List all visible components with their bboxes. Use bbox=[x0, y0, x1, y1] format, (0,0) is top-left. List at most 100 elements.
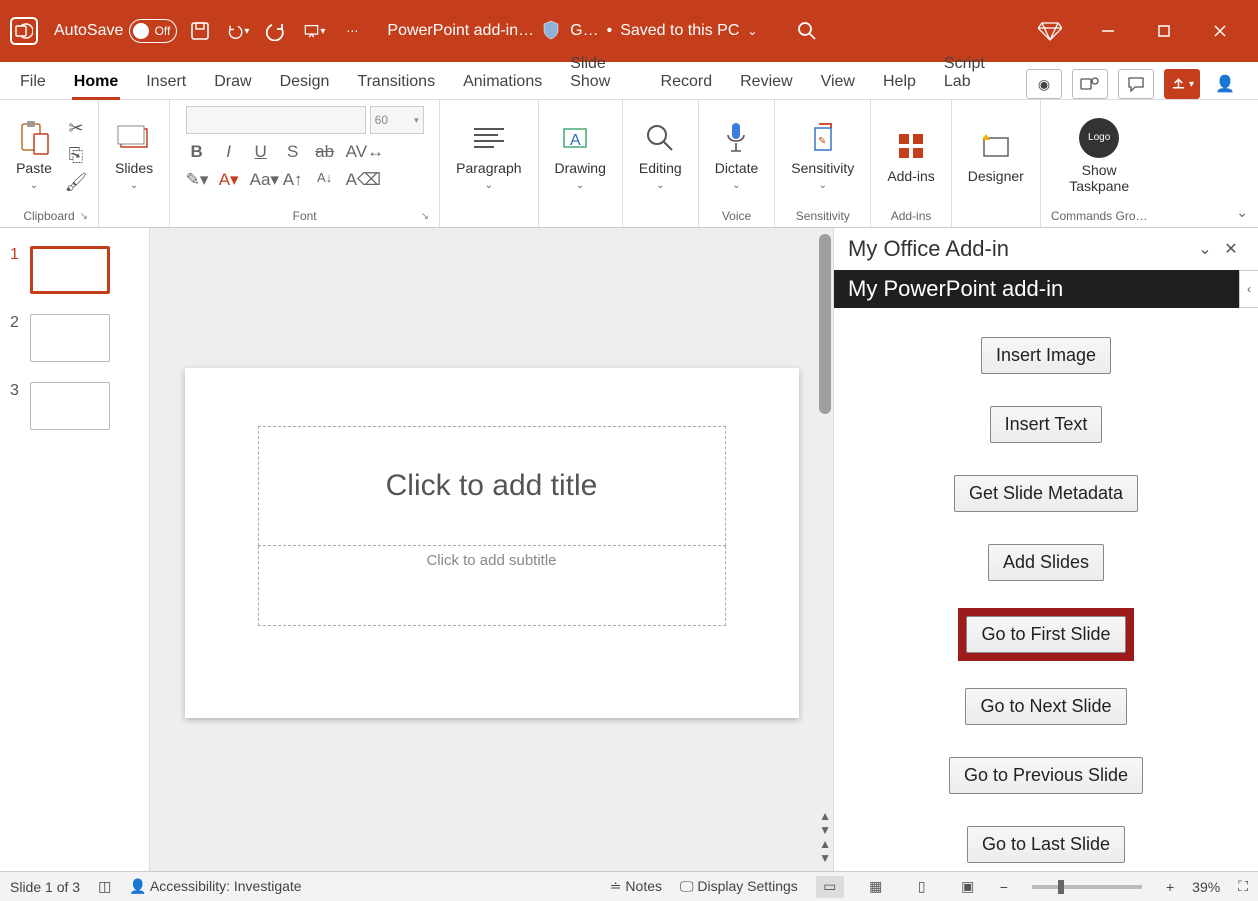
slide-counter[interactable]: Slide 1 of 3 bbox=[10, 879, 80, 895]
slide-thumbnail-1[interactable]: 1 bbox=[10, 246, 139, 294]
char-spacing-button[interactable]: AV↔ bbox=[346, 142, 368, 162]
language-icon[interactable]: ◫ bbox=[98, 878, 111, 895]
autosave-switch[interactable]: Off bbox=[129, 19, 177, 43]
font-family-select[interactable] bbox=[186, 106, 366, 134]
editing-button[interactable]: Editing⌄ bbox=[633, 118, 688, 193]
tab-design[interactable]: Design bbox=[278, 67, 332, 99]
group-editing: Editing⌄ bbox=[623, 100, 699, 227]
shrink-font-button[interactable]: A↓ bbox=[314, 170, 336, 190]
slides-button[interactable]: Slides ⌄ bbox=[109, 118, 159, 193]
vertical-scrollbar[interactable] bbox=[819, 234, 831, 414]
qat-more-icon[interactable]: ⋯ bbox=[341, 20, 363, 42]
font-color-button[interactable]: A▾ bbox=[218, 170, 240, 190]
teams-tool-button[interactable] bbox=[1072, 69, 1108, 99]
zoom-level[interactable]: 39% bbox=[1192, 879, 1220, 895]
drawing-button[interactable]: ADrawing⌄ bbox=[549, 118, 612, 193]
notes-button[interactable]: ≐ Notes bbox=[610, 878, 662, 895]
tab-file[interactable]: File bbox=[18, 67, 48, 99]
tab-view[interactable]: View bbox=[819, 67, 857, 99]
font-size-select[interactable]: 60▾ bbox=[370, 106, 424, 134]
designer-button[interactable]: Designer bbox=[962, 126, 1030, 186]
record-tool-button[interactable]: ◉ bbox=[1026, 69, 1062, 99]
highlight-color-button[interactable]: ✎▾ bbox=[186, 170, 208, 190]
taskpane-header: My Office Add-in ⌄ ✕ bbox=[834, 228, 1258, 270]
coauthor-icon[interactable]: 👤 bbox=[1210, 74, 1240, 94]
accessibility-status[interactable]: 👤 Accessibility: Investigate bbox=[129, 878, 301, 895]
dictate-button[interactable]: Dictate⌄ bbox=[709, 118, 765, 193]
slide-nav-arrows[interactable]: ▲▼▲▼ bbox=[819, 809, 831, 865]
saved-status[interactable]: Saved to this PC bbox=[620, 22, 739, 40]
slide[interactable]: Click to add title Click to add subtitle bbox=[185, 368, 799, 718]
tab-transitions[interactable]: Transitions bbox=[355, 67, 437, 99]
format-painter-icon[interactable]: 🖌 bbox=[64, 172, 88, 193]
strike-button[interactable]: ab bbox=[314, 142, 336, 162]
tab-insert[interactable]: Insert bbox=[144, 67, 188, 99]
bold-button[interactable]: B bbox=[186, 142, 208, 162]
document-title[interactable]: PowerPoint add-in… bbox=[387, 22, 534, 40]
present-icon[interactable]: ▾ bbox=[303, 20, 325, 42]
shadow-button[interactable]: S bbox=[282, 142, 304, 162]
slide-thumbnail-2[interactable]: 2 bbox=[10, 314, 139, 362]
share-button[interactable]: ▾ bbox=[1164, 69, 1200, 99]
taskpane-flyin-icon[interactable]: ‹ bbox=[1239, 270, 1258, 308]
cut-icon[interactable]: ✂ bbox=[64, 118, 88, 139]
tab-review[interactable]: Review bbox=[738, 67, 794, 99]
slideshow-view-icon[interactable]: ▣ bbox=[954, 876, 982, 898]
taskpane-menu-icon[interactable]: ⌄ bbox=[1192, 239, 1218, 259]
addins-button[interactable]: Add-ins bbox=[881, 126, 940, 186]
maximize-button[interactable] bbox=[1136, 11, 1192, 51]
go-to-last-slide-button[interactable]: Go to Last Slide bbox=[967, 826, 1125, 863]
go-to-previous-slide-button[interactable]: Go to Previous Slide bbox=[949, 757, 1143, 794]
minimize-button[interactable] bbox=[1080, 11, 1136, 51]
title-placeholder[interactable]: Click to add title bbox=[258, 426, 726, 546]
launcher-icon[interactable]: ↘ bbox=[80, 211, 88, 222]
autosave-toggle[interactable]: AutoSave Off bbox=[54, 19, 177, 43]
zoom-out-icon[interactable]: − bbox=[1000, 879, 1008, 895]
underline-button[interactable]: U bbox=[250, 142, 272, 162]
comments-tool-button[interactable] bbox=[1118, 69, 1154, 99]
go-to-next-slide-button[interactable]: Go to Next Slide bbox=[965, 688, 1126, 725]
save-icon[interactable] bbox=[189, 20, 211, 42]
insert-image-button[interactable]: Insert Image bbox=[981, 337, 1111, 374]
paste-button[interactable]: Paste ⌄ bbox=[10, 118, 58, 193]
add-slides-button[interactable]: Add Slides bbox=[988, 544, 1104, 581]
copy-icon[interactable]: ⎘ bbox=[64, 145, 88, 166]
sorter-view-icon[interactable]: ▦ bbox=[862, 876, 890, 898]
tab-script-lab[interactable]: Script Lab bbox=[942, 49, 1002, 99]
redo-icon[interactable] bbox=[265, 20, 287, 42]
show-taskpane-button[interactable]: LogoShow Taskpane bbox=[1058, 116, 1140, 196]
sensitivity-button[interactable]: ✎Sensitivity⌄ bbox=[785, 118, 860, 193]
chevron-down-icon[interactable]: ⌄ bbox=[747, 24, 757, 38]
tab-animations[interactable]: Animations bbox=[461, 67, 544, 99]
display-settings-button[interactable]: 🖵 Display Settings bbox=[680, 878, 798, 895]
tab-record[interactable]: Record bbox=[659, 67, 715, 99]
go-to-first-slide-button[interactable]: Go to First Slide bbox=[966, 616, 1125, 653]
launcher-icon[interactable]: ↘ bbox=[421, 211, 429, 222]
reading-view-icon[interactable]: ▯ bbox=[908, 876, 936, 898]
collapse-ribbon-icon[interactable]: ⌄ bbox=[1236, 204, 1248, 221]
zoom-slider[interactable] bbox=[1032, 885, 1142, 889]
tab-help[interactable]: Help bbox=[881, 67, 918, 99]
tab-home[interactable]: Home bbox=[72, 67, 120, 99]
quick-access-toolbar: ▾ ▾ ⋯ bbox=[189, 20, 363, 42]
tab-slide-show[interactable]: Slide Show bbox=[568, 49, 634, 99]
search-icon[interactable] bbox=[797, 21, 817, 41]
tab-draw[interactable]: Draw bbox=[212, 67, 253, 99]
normal-view-icon[interactable]: ▭ bbox=[816, 876, 844, 898]
slide-thumbnail-3[interactable]: 3 bbox=[10, 382, 139, 430]
clear-formatting-button[interactable]: A⌫ bbox=[346, 170, 368, 190]
group-clipboard: Paste ⌄ ✂ ⎘ 🖌 Clipboard↘ bbox=[0, 100, 99, 227]
undo-icon[interactable]: ▾ bbox=[227, 20, 249, 42]
taskpane-close-icon[interactable]: ✕ bbox=[1218, 239, 1244, 259]
get-slide-metadata-button[interactable]: Get Slide Metadata bbox=[954, 475, 1138, 512]
subtitle-placeholder[interactable]: Click to add subtitle bbox=[258, 546, 726, 626]
grow-font-button[interactable]: A↑ bbox=[282, 170, 304, 190]
change-case-button[interactable]: Aa▾ bbox=[250, 170, 272, 190]
fit-to-window-icon[interactable]: ⛶ bbox=[1238, 878, 1248, 895]
paragraph-button[interactable]: Paragraph⌄ bbox=[450, 118, 527, 193]
zoom-in-icon[interactable]: + bbox=[1166, 879, 1174, 895]
close-button[interactable] bbox=[1192, 11, 1248, 51]
italic-button[interactable]: I bbox=[218, 142, 240, 162]
diamond-icon[interactable] bbox=[1038, 21, 1062, 41]
insert-text-button[interactable]: Insert Text bbox=[990, 406, 1103, 443]
